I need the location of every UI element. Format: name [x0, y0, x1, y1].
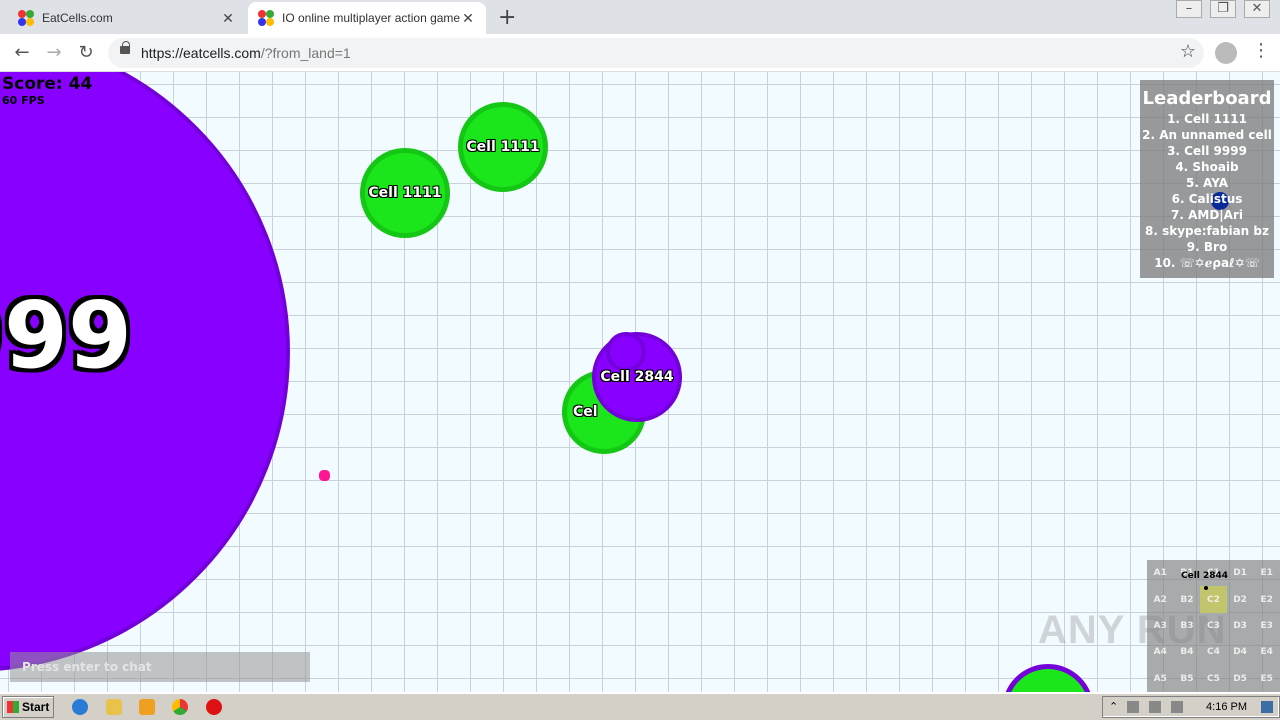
minimap-cell: D3	[1233, 620, 1247, 631]
ie-icon[interactable]	[72, 699, 88, 715]
eatcells-favicon-icon	[18, 10, 34, 26]
system-tray: ⌃ 4:16 PM	[1102, 696, 1280, 718]
windows-logo-icon	[7, 701, 19, 713]
back-arrow-icon[interactable]: ←	[10, 41, 34, 65]
minimap-cell: C4	[1207, 647, 1220, 658]
leaderboard-entry: 8. skype:fabian bz	[1145, 224, 1269, 238]
minimap-player-label: Cell 2844	[1181, 571, 1229, 581]
enemy-cell	[1002, 664, 1094, 692]
fps-text: 60 FPS	[2, 94, 45, 107]
forward-arrow-icon[interactable]: →	[42, 41, 66, 65]
taskbar: Start ⌃ 4:16 PM	[0, 693, 1280, 720]
show-desktop-icon[interactable]	[1261, 701, 1273, 713]
tab-title: IO online multiplayer action game. S	[282, 11, 460, 25]
volume-icon[interactable]	[1149, 701, 1161, 713]
start-button[interactable]: Start	[2, 696, 54, 718]
minimize-icon[interactable]: –	[1176, 0, 1202, 18]
minimap-cell: B2	[1180, 594, 1194, 605]
close-tab-icon[interactable]: ✕	[460, 10, 476, 27]
game-canvas[interactable]: 999 Cell 1111 Cell 1111 Cel Cell 2844 Ce…	[0, 72, 1280, 692]
clock: 4:16 PM	[1206, 701, 1247, 713]
big-cell-label: 999	[0, 282, 133, 389]
leaderboard-entry: 10. ☏✡ℯρaℓ✡☏	[1154, 256, 1260, 270]
tab-io-game[interactable]: IO online multiplayer action game. S ✕	[248, 2, 486, 34]
url-text: https://eatcells.com/?from_land=1	[141, 45, 351, 61]
menu-dots-icon[interactable]: ⋮	[1252, 40, 1270, 61]
reload-icon[interactable]: ↻	[74, 41, 98, 65]
minimap-cell: A1	[1153, 568, 1167, 579]
address-bar[interactable]: https://eatcells.com/?from_land=1 ☆	[108, 38, 1204, 68]
stop-icon[interactable]	[206, 699, 222, 715]
minimap-cell: C2	[1200, 586, 1227, 613]
minimap-cell: B3	[1180, 620, 1194, 631]
minimap-cell: E2	[1260, 594, 1273, 605]
minimap-cell: E3	[1260, 620, 1273, 631]
enemy-cell: Cell 1111	[458, 102, 548, 192]
expand-tray-icon[interactable]: ⌃	[1109, 701, 1121, 713]
player-cell-2844-label: Cell 2844	[600, 369, 674, 385]
lock-icon	[120, 41, 130, 54]
eatcells-favicon-icon	[258, 10, 274, 26]
bookmark-star-icon[interactable]: ☆	[1180, 41, 1196, 62]
leaderboard-entry: 5. AYA	[1185, 176, 1229, 190]
chat-input[interactable]: Press enter to chat	[10, 652, 310, 682]
new-tab-button[interactable]: +	[498, 5, 516, 30]
score-text: Score: 44	[2, 74, 93, 94]
minimap-cell: B5	[1180, 673, 1194, 684]
tab-strip: EatCells.com ✕ IO online multiplayer act…	[0, 0, 1280, 34]
minimap-cell: D5	[1233, 673, 1247, 684]
leaderboard-entry: 9. Bro	[1186, 240, 1228, 254]
leaderboard-entry: 6. Calistus	[1171, 192, 1243, 206]
leaderboard-entry: 2. An unnamed cell	[1142, 128, 1272, 142]
minimap-cell: A2	[1153, 594, 1167, 605]
browser-toolbar: ← → ↻ https://eatcells.com/?from_land=1 …	[0, 34, 1280, 72]
tab-title: EatCells.com	[42, 11, 113, 25]
leaderboard-entry: 3. Cell 9999	[1167, 144, 1247, 158]
minimap-cell: D4	[1233, 647, 1247, 658]
minimap-cell: A3	[1153, 620, 1167, 631]
minimap-cell: E5	[1260, 673, 1273, 684]
minimap-cell: E1	[1260, 568, 1273, 579]
enemy-cell: Cell 1111	[360, 148, 450, 238]
leaderboard-title: Leaderboard	[1142, 88, 1272, 109]
minimap-cell: D1	[1233, 568, 1247, 579]
minimap-cell: A4	[1153, 647, 1167, 658]
tab-eatcells[interactable]: EatCells.com ✕	[8, 2, 246, 34]
food-pellet	[319, 470, 330, 481]
minimap-cell: C5	[1207, 673, 1220, 684]
minimap-player-dot	[1204, 586, 1208, 590]
flag-icon[interactable]	[1171, 701, 1183, 713]
close-tab-icon[interactable]: ✕	[220, 10, 236, 27]
minimap-cell: A5	[1153, 673, 1167, 684]
minimap-cell: B4	[1180, 647, 1194, 658]
leaderboard-entry: 1. Cell 1111	[1167, 112, 1247, 126]
minimap: A1 B1 C1 D1 E1 A2 B2 C2 D2 E2 A3 B3 C3 D3 E3 A4 B4 C4 D4 E4…	[1147, 560, 1280, 692]
folder-icon[interactable]	[106, 699, 122, 715]
leaderboard-entry: 7. AMD|Ari	[1171, 208, 1243, 222]
media-player-icon[interactable]	[139, 699, 155, 715]
start-label: Start	[22, 700, 50, 714]
leaderboard-entry: 4. Shoaib	[1175, 160, 1239, 174]
window-controls: – ❐ ✕	[1176, 0, 1270, 18]
profile-avatar-icon[interactable]	[1215, 42, 1237, 64]
restore-icon[interactable]: ❐	[1210, 0, 1236, 18]
leaderboard: Leaderboard 1. Cell 1111 2. An unnamed c…	[1140, 80, 1274, 278]
close-window-icon[interactable]: ✕	[1244, 0, 1270, 18]
network-icon[interactable]	[1127, 701, 1139, 713]
chrome-icon[interactable]	[172, 699, 188, 715]
minimap-cell: D2	[1233, 594, 1247, 605]
minimap-cell: E4	[1260, 647, 1273, 658]
minimap-cell: C3	[1207, 620, 1220, 631]
